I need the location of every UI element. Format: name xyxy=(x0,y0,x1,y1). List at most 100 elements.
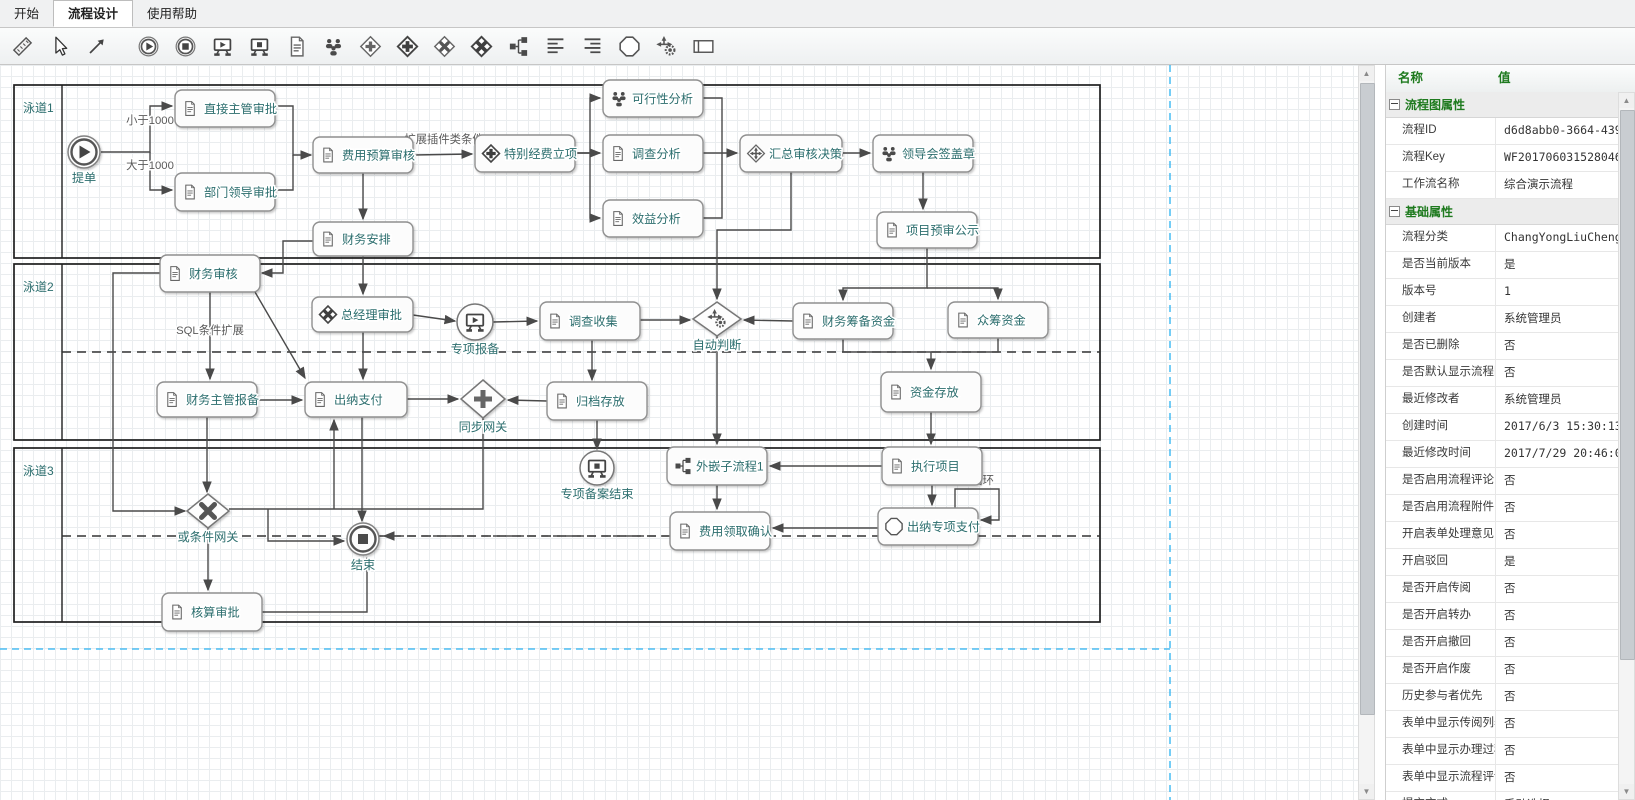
process-diagram[interactable]: 泳道1泳道2泳道3 小于1000大于1000扩展插件类条件SQL条件扩展自循环 … xyxy=(0,65,1358,800)
property-value[interactable]: d6d8abb0-3664-4391-adf2 xyxy=(1495,118,1620,144)
property-value[interactable]: 否 xyxy=(1495,765,1620,791)
tab-active[interactable]: 流程设计 xyxy=(53,0,134,27)
auto-gateway-tool-button[interactable] xyxy=(651,31,681,61)
diagram-node[interactable]: 财务安排 xyxy=(312,221,414,257)
diagram-node[interactable]: 执行项目 xyxy=(881,446,983,486)
property-row[interactable]: 是否当前版本 是 xyxy=(1386,252,1620,279)
property-row[interactable]: 开启表单处理意见区否 xyxy=(1386,522,1620,549)
diagram-node[interactable]: 专项报备 xyxy=(449,303,501,358)
embedded-subprocess-tool-button[interactable] xyxy=(503,31,533,61)
diagram-node[interactable]: 费用预算审核 xyxy=(312,136,417,174)
scroll-down-icon[interactable]: ▼ xyxy=(1359,784,1374,799)
scroll-down-icon[interactable]: ▼ xyxy=(1619,784,1634,799)
property-value[interactable]: 否 xyxy=(1495,630,1620,656)
property-group-header[interactable]: 基础属性 xyxy=(1386,199,1620,225)
property-row[interactable]: 版本号 1 xyxy=(1386,279,1620,306)
property-value[interactable]: 否 xyxy=(1495,657,1620,683)
gateway-plus-filled-tool-button[interactable] xyxy=(392,31,422,61)
property-row[interactable]: 提交方式手动选择 xyxy=(1386,792,1620,800)
diagram-node[interactable]: 财务审核 xyxy=(159,254,261,293)
diagram-node[interactable]: 项目预审公示 xyxy=(876,211,981,249)
diagram-node[interactable]: 外嵌子流程1 xyxy=(666,446,768,486)
property-row[interactable]: 表单中显示传阅列表否 xyxy=(1386,711,1620,738)
collapse-icon[interactable] xyxy=(1389,99,1400,110)
diagram-node[interactable]: 专项备案结束 xyxy=(559,450,635,503)
property-row[interactable]: 表单中显示办理过程否 xyxy=(1386,738,1620,765)
ruler-tool-button[interactable] xyxy=(7,31,37,61)
properties-vertical-scrollbar[interactable]: ▲ ▼ xyxy=(1618,92,1635,800)
diagram-node[interactable]: 众筹资金 xyxy=(947,301,1049,339)
property-value[interactable]: 否 xyxy=(1495,522,1620,548)
property-row[interactable]: 开启驳回 是 xyxy=(1386,549,1620,576)
diagram-node[interactable]: 汇总审核决策 xyxy=(739,134,844,173)
property-value[interactable]: 否 xyxy=(1495,576,1620,602)
property-row[interactable]: 流程Key WF20170603152804677 xyxy=(1386,145,1620,172)
diagram-node[interactable]: 出纳专项支付 xyxy=(877,507,982,546)
align-left-tool-button[interactable] xyxy=(540,31,570,61)
property-value[interactable]: 2017/7/29 20:46:08 xyxy=(1495,441,1620,467)
diagram-node[interactable]: 领导会签盖章 xyxy=(872,134,977,173)
diagram-node[interactable]: 出纳支付 xyxy=(304,381,408,418)
diagram-node[interactable]: 调查分析 xyxy=(602,134,704,173)
property-value[interactable]: 否 xyxy=(1495,603,1620,629)
property-row[interactable]: 是否默认显示流程图否 xyxy=(1386,360,1620,387)
property-value[interactable]: 综合演示流程 xyxy=(1495,172,1620,198)
diagram-node[interactable]: 结束 xyxy=(346,522,380,574)
diagram-node[interactable]: 总经理审批 xyxy=(311,296,414,333)
pointer-tool-button[interactable] xyxy=(44,31,74,61)
scroll-thumb[interactable] xyxy=(1620,110,1635,660)
gateway-x-filled-tool-button[interactable] xyxy=(466,31,496,61)
property-value[interactable]: 否 xyxy=(1495,684,1620,710)
diagram-node[interactable]: 归档存放 xyxy=(546,381,648,421)
gateway-x-tool-button[interactable] xyxy=(429,31,459,61)
tab-item[interactable]: 使用帮助 xyxy=(133,1,211,27)
diagram-node[interactable]: 可行性分析 xyxy=(602,79,704,118)
gateway-plus-tool-button[interactable] xyxy=(355,31,385,61)
property-row[interactable]: 流程分类 ChangYongLiuCheng xyxy=(1386,225,1620,252)
diagram-node[interactable]: 自动判断 xyxy=(691,301,743,354)
property-row[interactable]: 是否开启作废 否 xyxy=(1386,657,1620,684)
property-value[interactable]: 1 xyxy=(1495,279,1620,305)
property-value[interactable]: WF20170603152804677 xyxy=(1495,145,1620,171)
scroll-up-icon[interactable]: ▲ xyxy=(1359,66,1374,81)
property-value[interactable]: 2017/6/3 15:30:13 xyxy=(1495,414,1620,440)
property-row[interactable]: 是否已删除 否 xyxy=(1386,333,1620,360)
property-row[interactable]: 是否启用流程附件否 xyxy=(1386,495,1620,522)
property-row[interactable]: 流程ID d6d8abb0-3664-4391-adf2 xyxy=(1386,118,1620,145)
diagram-node[interactable]: 财务筹备资金 xyxy=(792,302,897,340)
property-value[interactable]: 否 xyxy=(1495,333,1620,359)
start-event-tool-button[interactable] xyxy=(133,31,163,61)
diagram-node[interactable]: 核算审批 xyxy=(161,592,263,632)
octagon-task-tool-button[interactable] xyxy=(614,31,644,61)
subprocess-end-tool-button[interactable] xyxy=(244,31,274,61)
diagram-node[interactable]: 特别经费立项 xyxy=(474,134,579,173)
property-row[interactable]: 是否启用流程评论否 xyxy=(1386,468,1620,495)
scroll-thumb[interactable] xyxy=(1360,83,1375,715)
property-row[interactable]: 是否开启撤回 否 xyxy=(1386,630,1620,657)
canvas-vertical-scrollbar[interactable]: ▲ ▼ xyxy=(1358,65,1375,800)
property-row[interactable]: 是否开启传阅 否 xyxy=(1386,576,1620,603)
swimlane-tool-button[interactable] xyxy=(688,31,718,61)
diagram-node[interactable]: 费用领取确认 xyxy=(669,511,774,551)
property-value[interactable]: 系统管理员 xyxy=(1495,306,1620,332)
property-value[interactable]: 否 xyxy=(1495,738,1620,764)
diagram-node[interactable]: 同步网关 xyxy=(457,379,509,436)
diagram-node[interactable]: 资金存放 xyxy=(880,371,982,413)
diagram-node[interactable]: 财务主管报备 xyxy=(156,381,261,418)
property-value[interactable]: 否 xyxy=(1495,495,1620,521)
property-value[interactable]: 手动选择 xyxy=(1495,792,1620,800)
end-event-tool-button[interactable] xyxy=(170,31,200,61)
task-tool-button[interactable] xyxy=(281,31,311,61)
diagram-node[interactable]: 调查收集 xyxy=(539,301,641,341)
property-row[interactable]: 创建者 系统管理员 xyxy=(1386,306,1620,333)
property-value[interactable]: 是 xyxy=(1495,252,1620,278)
property-value[interactable]: ChangYongLiuCheng xyxy=(1495,225,1620,251)
diagram-node[interactable]: 直接主管审批 xyxy=(174,89,279,128)
property-group-header[interactable]: 流程图属性 xyxy=(1386,92,1620,118)
property-row[interactable]: 工作流名称 综合演示流程 xyxy=(1386,172,1620,199)
design-canvas[interactable]: 泳道1泳道2泳道3 小于1000大于1000扩展插件类条件SQL条件扩展自循环 … xyxy=(0,65,1358,800)
diagram-node[interactable]: 部门领导审批 xyxy=(174,172,279,212)
property-value[interactable]: 系统管理员 xyxy=(1495,387,1620,413)
property-row[interactable]: 是否开启转办 否 xyxy=(1386,603,1620,630)
property-value[interactable]: 否 xyxy=(1495,468,1620,494)
